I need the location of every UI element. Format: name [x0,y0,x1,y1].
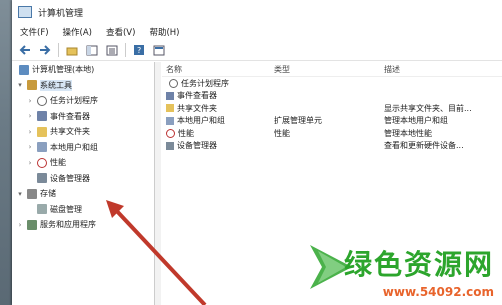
tree-item-shared-folders[interactable]: › 共享文件夹 [12,124,154,140]
help-button[interactable]: ? [132,43,146,57]
list-item[interactable]: 本地用户和组 扩展管理单元 管理本地用户和组 [162,115,502,128]
watermark: 绿色资源网 www.54092.com [306,237,502,305]
storage-icon [27,188,37,199]
chevron-down-icon[interactable]: ▾ [16,190,24,198]
folder-icon [37,126,47,137]
toolbar-separator [125,43,126,57]
window-title: 计算机管理 [38,8,84,19]
folder-up-icon [66,47,78,55]
menu-action[interactable]: 操作(A) [63,26,92,38]
device-manager-icon [37,173,47,184]
users-icon [166,116,174,125]
services-icon [27,219,37,230]
chevron-down-icon[interactable]: ▾ [16,81,24,89]
chevron-right-icon[interactable]: › [16,221,24,229]
menu-file[interactable]: 文件(F) [20,26,49,38]
list-view-button[interactable] [105,43,119,57]
list-item[interactable]: 性能 性能 管理本地性能 [162,127,502,140]
chevron-right-icon[interactable]: › [26,128,34,136]
title-bar: 计算机管理 [12,0,502,24]
tree-item-system-tools[interactable]: ▾ 系统工具 [12,78,154,94]
event-viewer-icon [166,91,174,100]
tree-item-local-users[interactable]: › 本地用户和组 [12,140,154,156]
desktop-background [0,0,12,305]
performance-icon [37,157,47,168]
console-tree-icon [86,45,98,55]
tree-item-event-viewer[interactable]: › 事件查看器 [12,109,154,125]
console-tree: 计算机管理(本地) ▾ 系统工具 › 任务计划程序 › 事件查看器 › 共享文件… [12,62,155,305]
chevron-right-icon[interactable]: › [26,143,34,151]
tree-item-disk-management[interactable]: 磁盘管理 [12,202,154,218]
list-item[interactable]: 任务计划程序 [162,77,502,90]
chevron-right-icon[interactable]: › [26,112,34,120]
list-header: 名称 类型 描述 [162,62,502,77]
show-hide-tree-button[interactable] [85,43,99,57]
tree-item-device-manager[interactable]: 设备管理器 [12,171,154,187]
tree-item-root[interactable]: 计算机管理(本地) [12,62,154,78]
up-folder-button[interactable] [65,43,79,57]
users-icon [37,142,47,153]
list-item[interactable]: 事件查看器 [162,90,502,103]
chevron-right-icon[interactable]: › [26,97,34,105]
toolbar: ? [12,40,502,61]
column-header-name[interactable]: 名称 [162,64,274,75]
svg-text:?: ? [137,46,141,55]
menu-view[interactable]: 查看(V) [106,26,135,38]
tree-scrollbar[interactable] [155,62,161,305]
column-header-type[interactable]: 类型 [274,64,384,75]
folder-icon [166,104,174,113]
event-viewer-icon [37,111,47,122]
tree-item-performance[interactable]: › 性能 [12,155,154,171]
list-item[interactable]: 设备管理器 查看和更新硬件设备... [162,140,502,153]
list-icon [106,45,118,55]
watermark-url: www.54092.com [382,285,494,299]
tree-item-task-scheduler[interactable]: › 任务计划程序 [12,93,154,109]
forward-arrow-icon [40,45,51,55]
list-item[interactable]: 共享文件夹 显示共享文件夹、目前... [162,102,502,115]
chevron-right-icon[interactable]: › [26,159,34,167]
toolbar-separator [58,43,59,57]
clock-icon [37,95,47,106]
properties-icon [153,45,165,55]
watermark-text: 绿色资源网 [343,248,494,281]
properties-button[interactable] [152,43,166,57]
tools-icon [27,80,37,91]
back-arrow-icon [19,45,30,55]
tree-item-services[interactable]: › 服务和应用程序 [12,217,154,233]
menu-bar: 文件(F) 操作(A) 查看(V) 帮助(H) [12,24,502,40]
forward-button[interactable] [38,43,52,57]
clock-icon [169,78,178,88]
menu-help[interactable]: 帮助(H) [149,26,179,38]
computer-icon [19,64,29,75]
performance-icon [166,128,175,138]
app-icon [18,6,32,18]
back-button[interactable] [18,43,32,57]
device-manager-icon [166,141,174,150]
tree-item-storage[interactable]: ▾ 存储 [12,186,154,202]
help-icon: ? [134,45,144,55]
disk-icon [37,204,47,215]
column-header-description[interactable]: 描述 [384,64,502,75]
